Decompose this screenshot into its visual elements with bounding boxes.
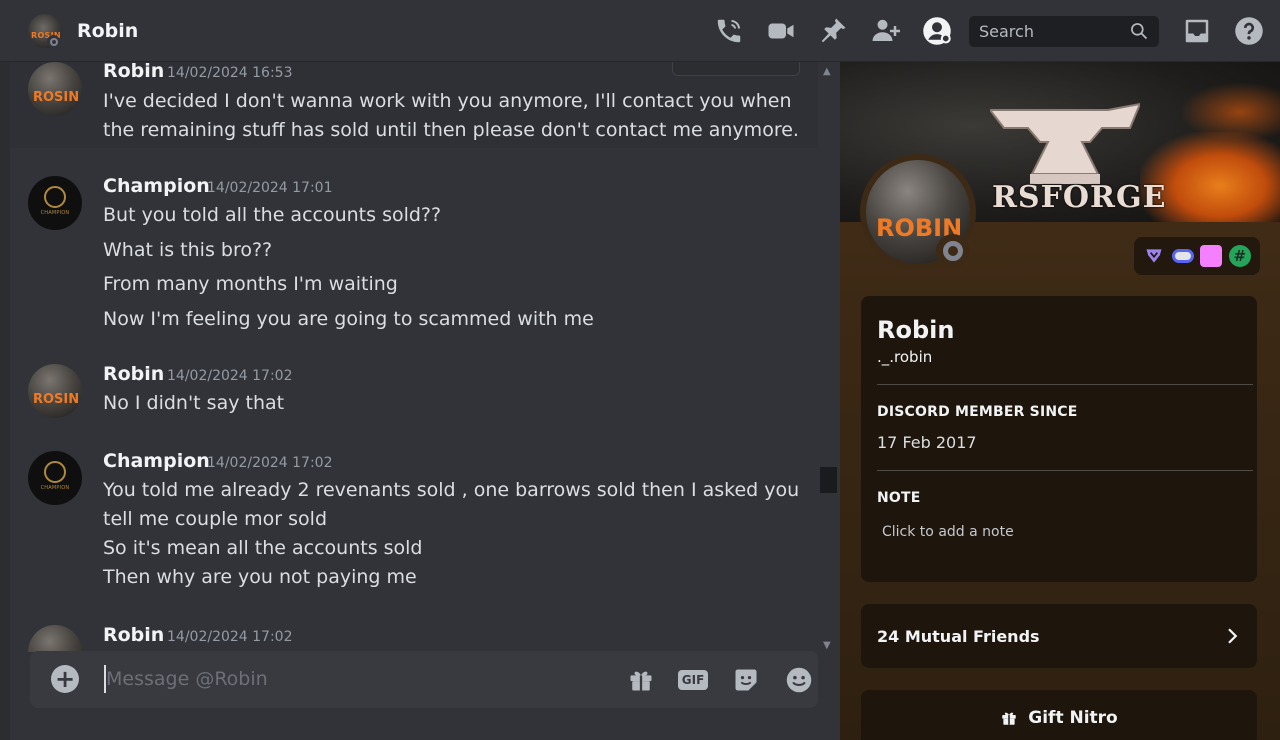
message-group: CHAMPION Champion 14/02/2024 17:02 You t… — [10, 449, 818, 589]
message-line: the remaining stuff has sold until then … — [103, 119, 799, 141]
status-indicator — [47, 35, 60, 48]
emoji-icon — [786, 667, 812, 693]
avatar[interactable]: ROSIN — [28, 62, 82, 116]
avatar-tag-text: ROSIN — [33, 90, 80, 105]
member-since-value: 17 Feb 2017 — [877, 433, 977, 452]
left-edge — [0, 62, 10, 740]
message-line: No I didn't say that — [103, 392, 285, 414]
message-author[interactable]: Robin — [103, 624, 164, 646]
scroll-up-icon[interactable]: ▲ — [823, 66, 831, 77]
mutual-friends-button[interactable]: 24 Mutual Friends — [861, 604, 1257, 668]
message-author[interactable]: Champion — [103, 450, 210, 472]
member-since-title: DISCORD MEMBER SINCE — [877, 404, 1078, 420]
video-call-icon[interactable] — [764, 14, 798, 48]
message-line: But you told all the accounts sold?? — [103, 204, 442, 226]
message-line: From many months I'm waiting — [103, 273, 398, 295]
message-author[interactable]: Robin — [103, 363, 164, 385]
avatar[interactable]: ROSIN — [28, 364, 82, 418]
divider — [877, 470, 1253, 471]
status-indicator — [936, 234, 970, 268]
message-line: tell me couple mor sold — [103, 508, 328, 530]
message-timestamp: 14/02/2024 17:02 — [167, 368, 293, 384]
gif-icon: GIF — [677, 670, 709, 690]
message-timestamp: 14/02/2024 17:01 — [207, 180, 333, 196]
inbox-icon[interactable] — [1180, 14, 1214, 48]
chat-header: ROSIN Robin — [0, 0, 1280, 62]
gift-icon — [1002, 712, 1017, 725]
chat-scrollbar[interactable]: ▲ ▼ — [820, 62, 838, 652]
mutual-friends-label: 24 Mutual Friends — [877, 626, 1040, 646]
profile-info-card: Robin ._.robin DISCORD MEMBER SINCE 17 F… — [861, 296, 1257, 582]
message-group: ROSIN Robin 14/02/2024 17:02 No I didn't… — [10, 362, 818, 422]
hypesquad-badge-icon[interactable] — [1143, 245, 1165, 267]
scrollbar-thumb[interactable] — [820, 467, 837, 493]
nitro-badge-icon[interactable] — [1171, 245, 1194, 267]
emoji-button[interactable] — [784, 665, 814, 695]
search-bar[interactable] — [969, 15, 1159, 47]
message-timestamp: 14/02/2024 16:53 — [167, 65, 293, 81]
nitro-boost-badge-icon[interactable] — [1200, 245, 1223, 267]
scroll-down-icon[interactable]: ▼ — [823, 640, 831, 651]
profile-display-name: Robin — [877, 316, 955, 344]
user-profile-icon[interactable] — [920, 14, 954, 48]
anvil-logo-icon — [990, 102, 1140, 184]
search-icon — [1131, 23, 1148, 40]
avatar[interactable]: CHAMPION — [28, 176, 82, 230]
message-line: Now I'm feeling you are going to scammed… — [103, 308, 594, 330]
message-list: ROSIN Robin 14/02/2024 16:53 I've decide… — [10, 62, 818, 652]
message-line: What is this bro?? — [103, 239, 273, 261]
avatar[interactable]: CHAMPION — [28, 451, 82, 505]
note-input[interactable] — [877, 518, 1237, 546]
add-friend-icon[interactable] — [868, 14, 902, 48]
message-line: I've decided I don't wanna work with you… — [103, 90, 792, 112]
message-timestamp: 14/02/2024 17:02 — [207, 455, 333, 471]
help-icon[interactable] — [1232, 14, 1266, 48]
sticker-button[interactable] — [731, 665, 761, 695]
gift-nitro-button[interactable]: Gift Nitro — [861, 690, 1257, 740]
badge-list: # — [1134, 237, 1260, 275]
message-group: ROSIN Robin 14/02/2024 17:02 — [10, 623, 818, 652]
message-author[interactable]: Champion — [103, 175, 210, 197]
jump-to-present-pill[interactable] — [672, 62, 800, 76]
pin-icon[interactable] — [816, 14, 850, 48]
header-toolbar — [703, 0, 1280, 62]
chevron-right-icon — [1228, 628, 1238, 644]
message-input[interactable] — [104, 665, 604, 693]
divider — [877, 384, 1253, 385]
message-author[interactable]: Robin — [103, 62, 164, 82]
avatar[interactable]: ROSIN — [28, 625, 82, 652]
message-line: You told me already 2 revenants sold , o… — [103, 479, 800, 501]
search-input[interactable] — [979, 21, 1119, 41]
message-group: CHAMPION Champion 14/02/2024 17:01 But y… — [10, 174, 818, 334]
phone-call-icon[interactable] — [712, 14, 746, 48]
banner-logo-text: RSFORGE — [992, 180, 1167, 215]
sticker-icon — [735, 669, 757, 691]
avatar-tag-text: ROSIN — [33, 392, 80, 407]
profile-username[interactable]: ._.robin — [877, 348, 932, 366]
gift-button[interactable] — [626, 665, 656, 695]
gift-nitro-label: Gift Nitro — [1028, 708, 1118, 728]
message-composer: + GIF — [30, 651, 818, 708]
message-timestamp: 14/02/2024 17:02 — [167, 629, 293, 645]
header-title[interactable]: Robin — [77, 20, 138, 42]
add-attachment-button[interactable]: + — [51, 665, 79, 693]
quest-badge-icon[interactable]: # — [1228, 245, 1251, 267]
profile-panel: RSFORGE ROBIN # Robin ._.robin DISCORD M… — [840, 62, 1280, 740]
message-line: So it's mean all the accounts sold — [103, 537, 423, 559]
gift-icon — [630, 671, 652, 691]
gif-button[interactable]: GIF — [677, 665, 709, 695]
message-line: Then why are you not paying me — [103, 566, 417, 588]
plus-icon: + — [54, 665, 76, 693]
note-title: NOTE — [877, 490, 921, 506]
